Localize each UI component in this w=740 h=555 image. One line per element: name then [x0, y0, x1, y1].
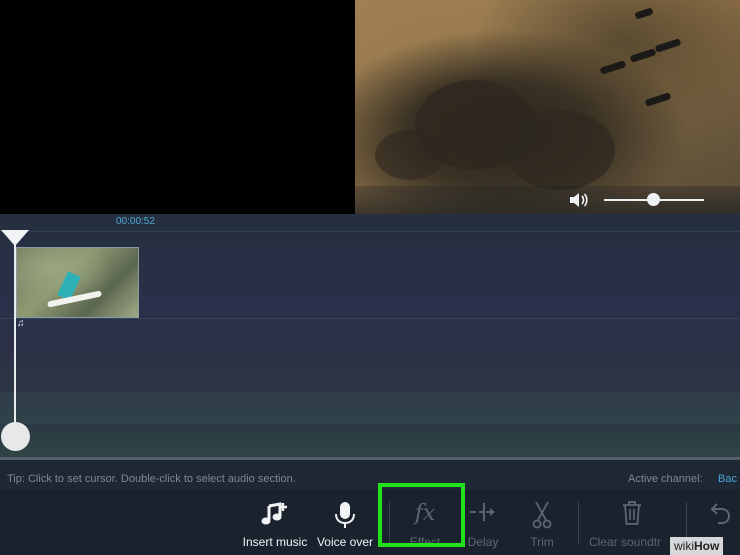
- playhead-handle[interactable]: [1, 422, 30, 451]
- clear-soundtrack-button[interactable]: Clear soundtr: [586, 490, 678, 555]
- video-preview[interactable]: [355, 0, 740, 214]
- active-channel-label: Active channel:: [628, 473, 703, 485]
- preview-black-area: [0, 0, 355, 214]
- delay-icon: [468, 500, 498, 529]
- time-label: 00:00:52: [116, 216, 155, 227]
- trash-icon: [621, 500, 643, 531]
- volume-slider-thumb[interactable]: [647, 193, 660, 206]
- track-divider: [0, 231, 740, 232]
- delay-button[interactable]: Delay: [460, 490, 506, 555]
- music-note-icon: ♫: [17, 318, 25, 329]
- timeline-scrollbar[interactable]: [0, 457, 740, 460]
- status-tip: Tip: Click to set cursor. Double-click t…: [7, 473, 296, 485]
- trim-button[interactable]: Trim: [520, 490, 564, 555]
- time-ruler[interactable]: 00:00:52: [0, 214, 740, 232]
- audio-track[interactable]: [0, 392, 740, 424]
- voice-over-button[interactable]: Voice over: [314, 490, 376, 555]
- watermark: wikiHow: [670, 537, 724, 555]
- toolbar: Insert music Voice over fx Effect Delay: [0, 490, 740, 555]
- track-divider: [0, 318, 740, 319]
- video-clip-thumbnail[interactable]: [16, 247, 139, 318]
- status-bar: Tip: Click to set cursor. Double-click t…: [0, 468, 740, 490]
- microphone-icon: [333, 500, 357, 535]
- trim-label: Trim: [530, 535, 554, 549]
- playhead-line[interactable]: [14, 244, 16, 436]
- undo-icon: [709, 500, 733, 531]
- insert-music-button[interactable]: Insert music: [240, 490, 310, 555]
- effect-highlight-box: [378, 483, 465, 547]
- playhead-marker[interactable]: [1, 230, 29, 246]
- music-add-icon: [260, 500, 290, 535]
- speaker-icon[interactable]: [568, 191, 590, 214]
- volume-bar: [355, 186, 740, 214]
- timeline[interactable]: 00:00:52 ♫: [0, 214, 740, 460]
- scissors-icon: [531, 500, 553, 535]
- voice-over-label: Voice over: [316, 535, 374, 549]
- back-link[interactable]: Bac: [718, 473, 737, 485]
- insert-music-label: Insert music: [242, 535, 308, 549]
- clear-soundtrack-label: Clear soundtr: [589, 535, 662, 549]
- delay-label: Delay: [467, 535, 499, 549]
- toolbar-separator: [578, 502, 579, 544]
